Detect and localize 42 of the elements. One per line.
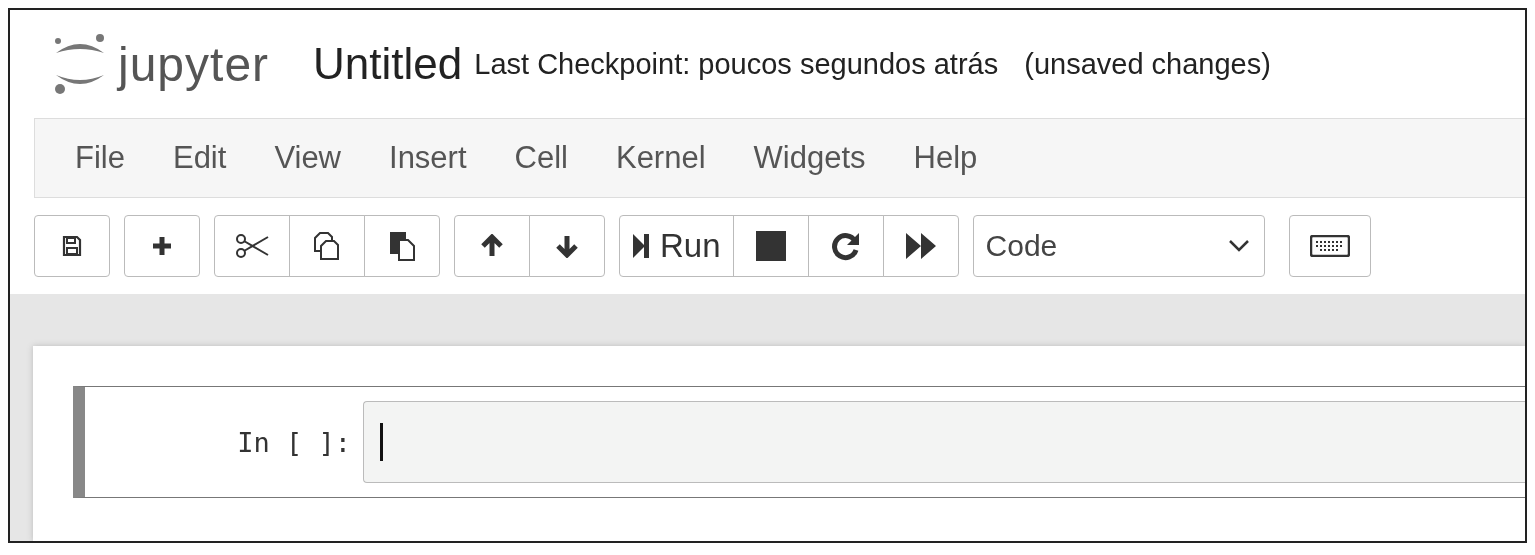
- menu-item[interactable]: Edit: [162, 140, 265, 176]
- plus-icon: [152, 236, 172, 256]
- text-cursor: [380, 423, 383, 461]
- menu-item[interactable]: Cell: [504, 140, 606, 176]
- save-button[interactable]: [34, 215, 110, 277]
- cut-button[interactable]: [214, 215, 290, 277]
- keyboard-button[interactable]: [1288, 215, 1371, 277]
- menu-item[interactable]: Insert: [379, 140, 505, 176]
- notebook-name[interactable]: Untitled: [313, 39, 463, 89]
- code-input[interactable]: [363, 401, 1525, 483]
- stop-button[interactable]: [732, 215, 809, 277]
- restart-button[interactable]: [807, 215, 884, 277]
- copy-icon: [313, 231, 341, 261]
- menu-item[interactable]: View: [264, 140, 379, 176]
- add-button[interactable]: [124, 215, 200, 277]
- logo-text[interactable]: jupyter: [118, 36, 270, 92]
- arrow-up-icon: [480, 234, 504, 258]
- fast-forward-icon: [904, 232, 937, 260]
- copy-button[interactable]: [289, 215, 365, 277]
- cell-type-dropdown[interactable]: Code: [972, 215, 1265, 277]
- step-forward-icon: [632, 233, 650, 259]
- restart-icon: [830, 231, 861, 261]
- up-button[interactable]: [454, 215, 530, 277]
- paste-icon: [388, 230, 416, 262]
- save-icon: [62, 235, 82, 257]
- scissors-icon: [235, 233, 269, 259]
- input-prompt: In [ ]:: [236, 426, 352, 458]
- menu-item[interactable]: Help: [903, 140, 1016, 176]
- keyboard-icon: [1309, 235, 1350, 257]
- paste-button[interactable]: [364, 215, 440, 277]
- code-cell[interactable]: In [ ]:: [73, 386, 1525, 498]
- checkpoint-text: Last Checkpoint: poucos segundos atrás: [474, 47, 999, 81]
- arrow-down-icon: [555, 234, 579, 258]
- run-button[interactable]: Run: [619, 215, 734, 277]
- fastforward-button[interactable]: [882, 215, 959, 277]
- chevron-down-icon: [1227, 239, 1250, 253]
- menu-item[interactable]: File: [65, 140, 163, 176]
- menu-item[interactable]: Kernel: [605, 140, 744, 176]
- stop-icon: [755, 231, 786, 261]
- save-status: (unsaved changes): [1024, 47, 1271, 81]
- menu-item[interactable]: Widgets: [743, 140, 904, 176]
- down-button[interactable]: [529, 215, 605, 277]
